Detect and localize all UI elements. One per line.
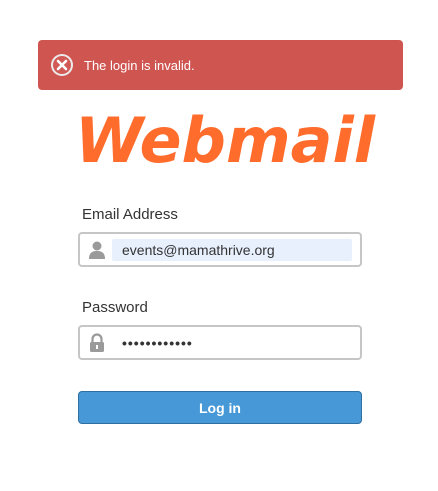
email-field[interactable]: events@mamathrive.org [78,232,362,267]
logo-text: Webmail [75,108,376,170]
user-icon [89,241,105,259]
webmail-logo: Webmail [75,108,376,170]
error-x-icon [51,54,73,76]
login-button[interactable]: Log in [78,391,362,424]
error-message: The login is invalid. [84,57,195,73]
error-alert: The login is invalid. [38,40,403,90]
password-input[interactable]: •••••••••••• [112,332,352,354]
email-input[interactable]: events@mamathrive.org [112,239,352,261]
lock-icon [90,333,104,352]
email-label: Email Address [82,206,178,223]
login-page: The login is invalid. Webmail Email Addr… [0,0,438,491]
password-label: Password [82,299,148,316]
password-field[interactable]: •••••••••••• [78,325,362,360]
